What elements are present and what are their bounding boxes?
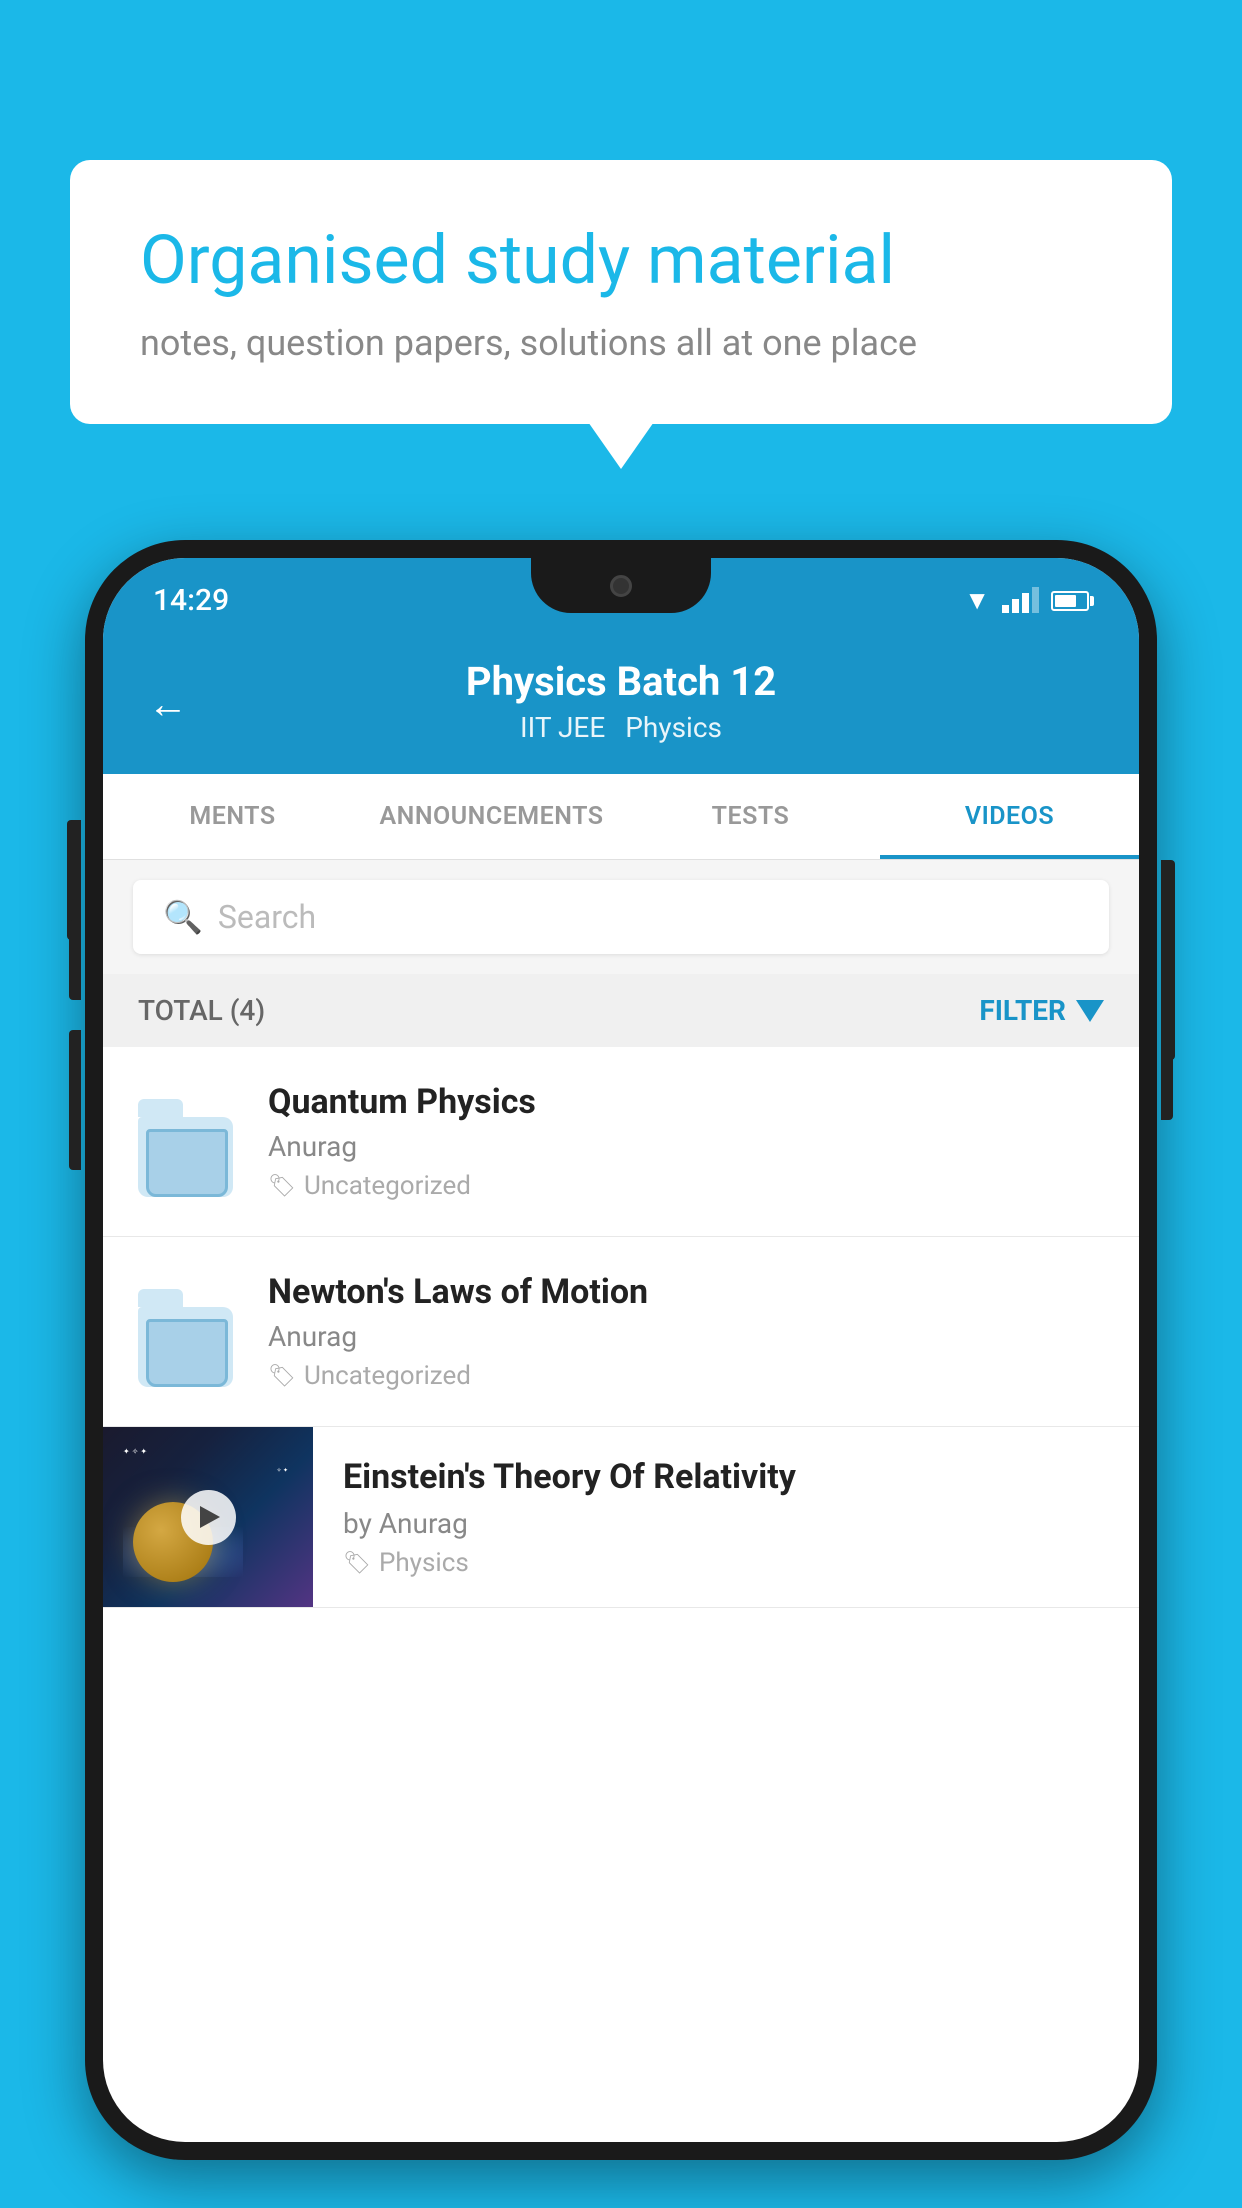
tab-tests[interactable]: TESTS <box>621 774 880 859</box>
signal-icon <box>1002 589 1039 613</box>
folder-icon <box>138 1277 238 1387</box>
video-author: Anurag <box>268 1130 1104 1163</box>
tab-ments[interactable]: MENTS <box>103 774 362 859</box>
list-item[interactable]: ✦ ✧ ✦ ✧ ✦ Einstein's Theory Of Relativit… <box>103 1427 1139 1608</box>
status-time: 14:29 <box>153 583 229 618</box>
search-container: 🔍 Search <box>103 860 1139 974</box>
play-button[interactable] <box>181 1490 236 1545</box>
header-tags: IIT JEE Physics <box>520 711 722 744</box>
app-header: ← Physics Batch 12 IIT JEE Physics <box>103 633 1139 774</box>
bubble-subtitle: notes, question papers, solutions all at… <box>140 322 1102 364</box>
video-info: Quantum Physics Anurag 🏷 Uncategorized <box>268 1082 1104 1201</box>
video-list: Quantum Physics Anurag 🏷 Uncategorized <box>103 1047 1139 1608</box>
video-tag: 🏷 Physics <box>343 1548 1109 1578</box>
tab-announcements[interactable]: ANNOUNCEMENTS <box>362 774 621 859</box>
total-count: TOTAL (4) <box>138 994 265 1027</box>
video-info: Einstein's Theory Of Relativity by Anura… <box>313 1427 1139 1606</box>
video-title: Quantum Physics <box>268 1082 1104 1122</box>
filter-bar: TOTAL (4) FILTER <box>103 974 1139 1047</box>
video-title: Newton's Laws of Motion <box>268 1272 1104 1312</box>
search-input[interactable]: Search <box>218 898 316 936</box>
tag-icon: 🏷 <box>268 1174 296 1199</box>
play-icon <box>200 1506 220 1528</box>
search-icon: 🔍 <box>163 898 203 936</box>
tab-bar: MENTS ANNOUNCEMENTS TESTS VIDEOS <box>103 774 1139 860</box>
back-button[interactable]: ← <box>148 680 188 727</box>
video-tag: 🏷 Uncategorized <box>268 1361 1104 1391</box>
tab-videos[interactable]: VIDEOS <box>880 774 1139 859</box>
folder-icon <box>138 1087 238 1197</box>
wifi-icon: ▼ <box>964 585 990 616</box>
camera <box>610 575 632 597</box>
phone-notch <box>531 558 711 613</box>
video-thumbnail: ✦ ✧ ✦ ✧ ✦ <box>103 1427 313 1607</box>
speech-bubble: Organised study material notes, question… <box>70 160 1172 424</box>
tag-iitjee: IIT JEE <box>520 711 605 744</box>
filter-icon <box>1076 1000 1104 1022</box>
tag-icon: 🏷 <box>268 1364 296 1389</box>
status-icons: ▼ <box>964 585 1089 616</box>
video-author: by Anurag <box>343 1507 1109 1540</box>
bubble-title: Organised study material <box>140 220 1102 302</box>
video-title: Einstein's Theory Of Relativity <box>343 1455 1109 1499</box>
phone-mockup: 14:29 ▼ <box>85 540 1157 2160</box>
video-author: Anurag <box>268 1320 1104 1353</box>
list-item[interactable]: Newton's Laws of Motion Anurag 🏷 Uncateg… <box>103 1237 1139 1427</box>
batch-title: Physics Batch 12 <box>466 658 776 705</box>
filter-button[interactable]: FILTER <box>979 994 1104 1027</box>
video-tag: 🏷 Uncategorized <box>268 1171 1104 1201</box>
battery-icon <box>1051 591 1089 611</box>
tag-icon: 🏷 <box>343 1551 371 1576</box>
list-item[interactable]: Quantum Physics Anurag 🏷 Uncategorized <box>103 1047 1139 1237</box>
search-bar[interactable]: 🔍 Search <box>133 880 1109 954</box>
tag-physics: Physics <box>625 711 722 744</box>
video-info: Newton's Laws of Motion Anurag 🏷 Uncateg… <box>268 1272 1104 1391</box>
